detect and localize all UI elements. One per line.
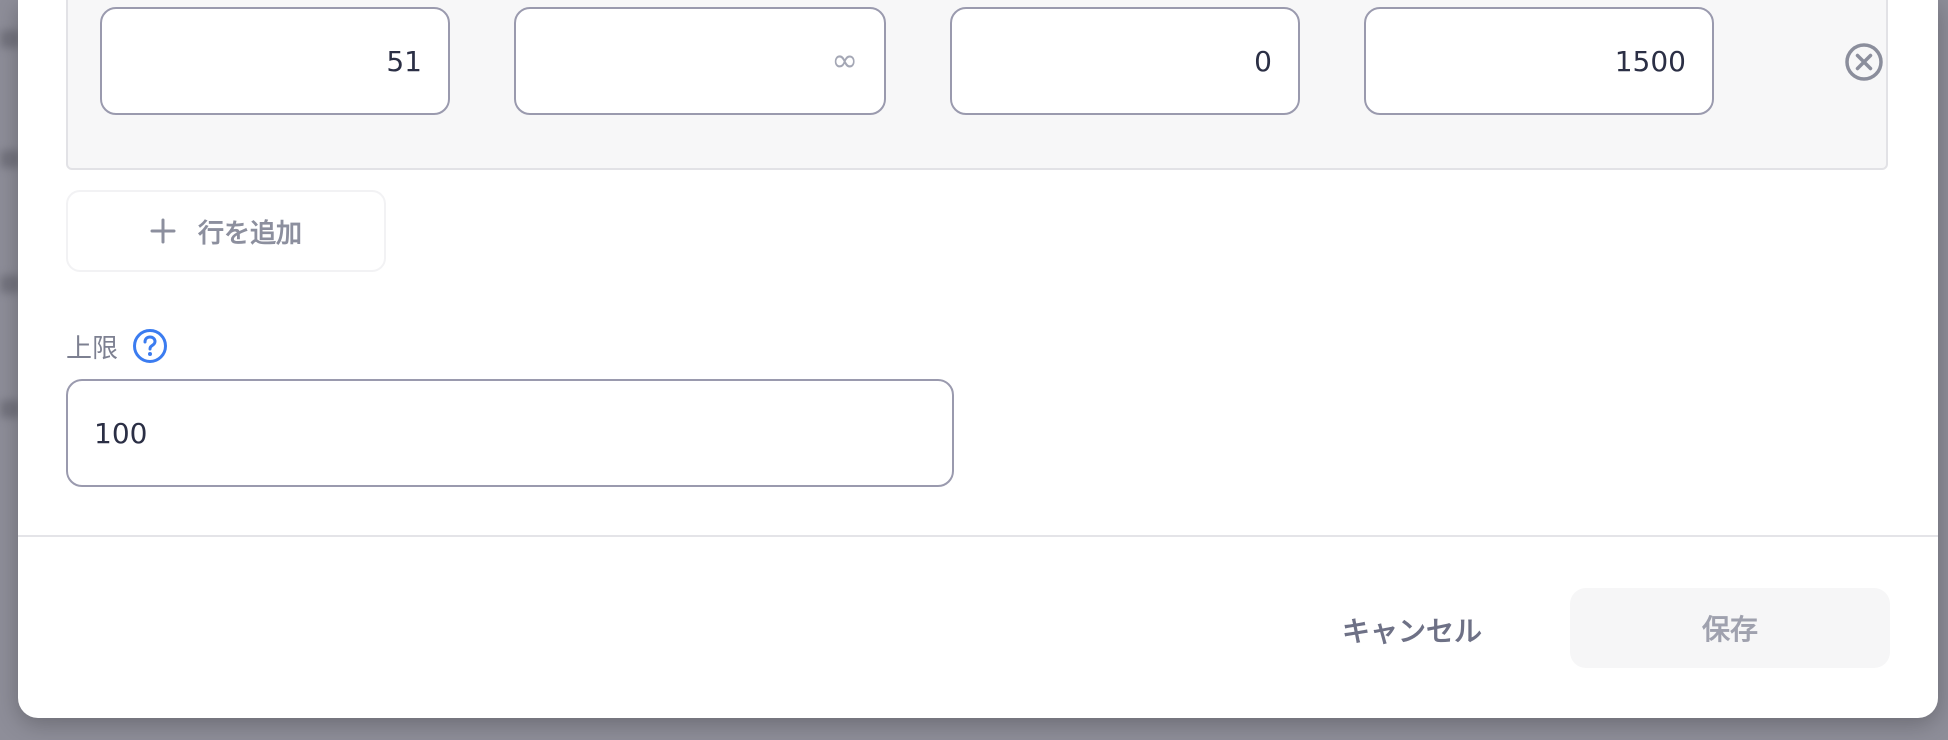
tier-fixed-fee-input[interactable]	[950, 7, 1300, 115]
backdrop-blur-mark	[0, 30, 20, 48]
backdrop-blur-mark	[0, 150, 20, 168]
limit-input[interactable]	[66, 379, 954, 487]
remove-row-button[interactable]	[1844, 42, 1884, 82]
plus-icon	[150, 218, 176, 244]
save-button[interactable]: 保存	[1570, 588, 1890, 668]
limit-label-row: 上限	[66, 326, 168, 366]
settings-modal: 行を追加 上限 キャンセル 保存	[18, 0, 1938, 718]
tier-to-input[interactable]	[514, 7, 886, 115]
footer-divider	[18, 535, 1938, 537]
cancel-button[interactable]: キャンセル	[1312, 590, 1512, 670]
backdrop-blur-mark	[0, 275, 20, 293]
question-circle-icon[interactable]	[132, 328, 168, 364]
tier-from-input[interactable]	[100, 7, 450, 115]
tier-rows-panel	[66, 0, 1888, 170]
add-row-button[interactable]: 行を追加	[66, 190, 386, 272]
backdrop-blur-mark	[0, 400, 20, 418]
limit-label: 上限	[66, 333, 119, 364]
close-circle-icon	[1845, 43, 1883, 81]
tier-unit-price-input[interactable]	[1364, 7, 1714, 115]
add-row-label: 行を追加	[198, 218, 303, 249]
